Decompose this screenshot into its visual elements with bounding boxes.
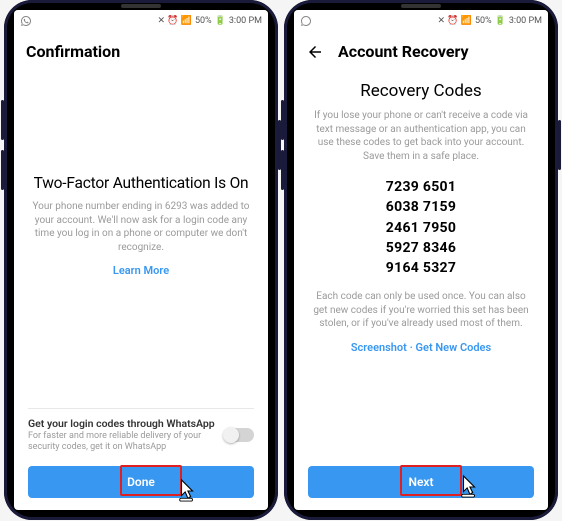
get-new-codes-link[interactable]: Get New Codes [416, 341, 492, 354]
learn-more-link[interactable]: Learn More [28, 264, 254, 277]
next-button[interactable]: Next [308, 466, 534, 498]
cursor-icon [458, 474, 480, 500]
screenshot-link[interactable]: Screenshot [351, 341, 407, 354]
code-actions: Screenshot · Get New Codes [308, 341, 534, 354]
page-title: Account Recovery [338, 42, 469, 61]
status-bar: ✕ ⏰ 📶 50% 🔋 3:00 PM [14, 10, 268, 32]
recovery-code: 6038 7159 [308, 197, 534, 217]
whatsapp-icon [300, 15, 312, 27]
header: Confirmation [14, 32, 268, 71]
status-icons: ✕ ⏰ 📶 [158, 16, 192, 26]
status-battery: 50% [195, 16, 212, 26]
recovery-code: 2461 7950 [308, 218, 534, 238]
page-title: Confirmation [26, 42, 120, 61]
phone-frame-right: ✕ ⏰ 📶 50% 🔋 3:00 PM Account Recovery Rec… [284, 0, 558, 520]
recovery-codes: 7239 6501 6038 7159 2461 7950 5927 8346 … [308, 177, 534, 278]
tfa-title: Two-Factor Authentication Is On [28, 174, 254, 192]
status-bar: ✕ ⏰ 📶 50% 🔋 3:00 PM [294, 10, 548, 32]
phone-frame-left: ✕ ⏰ 📶 50% 🔋 3:00 PM Confirmation Two-Fac… [4, 0, 278, 520]
whatsapp-option: Get your login codes through WhatsApp Fo… [28, 408, 254, 460]
next-label: Next [408, 475, 433, 489]
recovery-title: Recovery Codes [308, 81, 534, 101]
done-button[interactable]: Done [28, 466, 254, 498]
recovery-desc: If you lose your phone or can't receive … [308, 109, 534, 163]
cursor-icon [176, 478, 198, 504]
whatsapp-title: Get your login codes through WhatsApp [28, 417, 216, 430]
recovery-note: Each code can only be used once. You can… [308, 290, 534, 331]
back-icon[interactable] [306, 43, 324, 61]
whatsapp-icon [20, 15, 32, 27]
status-time: 3:00 PM [229, 16, 262, 26]
status-battery: 50% [475, 16, 492, 26]
status-time: 3:00 PM [509, 16, 542, 26]
recovery-code: 9164 5327 [308, 258, 534, 278]
recovery-code: 7239 6501 [308, 177, 534, 197]
done-label: Done [127, 475, 155, 489]
tfa-desc: Your phone number ending in 6293 was add… [28, 200, 254, 254]
screen-confirmation: ✕ ⏰ 📶 50% 🔋 3:00 PM Confirmation Two-Fac… [14, 10, 268, 510]
whatsapp-sub: For faster and more reliable delivery of… [28, 431, 216, 454]
whatsapp-toggle[interactable] [224, 428, 254, 442]
screen-recovery: ✕ ⏰ 📶 50% 🔋 3:00 PM Account Recovery Rec… [294, 10, 548, 510]
header: Account Recovery [294, 32, 548, 71]
recovery-code: 5927 8346 [308, 238, 534, 258]
status-icons: ✕ ⏰ 📶 [438, 16, 472, 26]
